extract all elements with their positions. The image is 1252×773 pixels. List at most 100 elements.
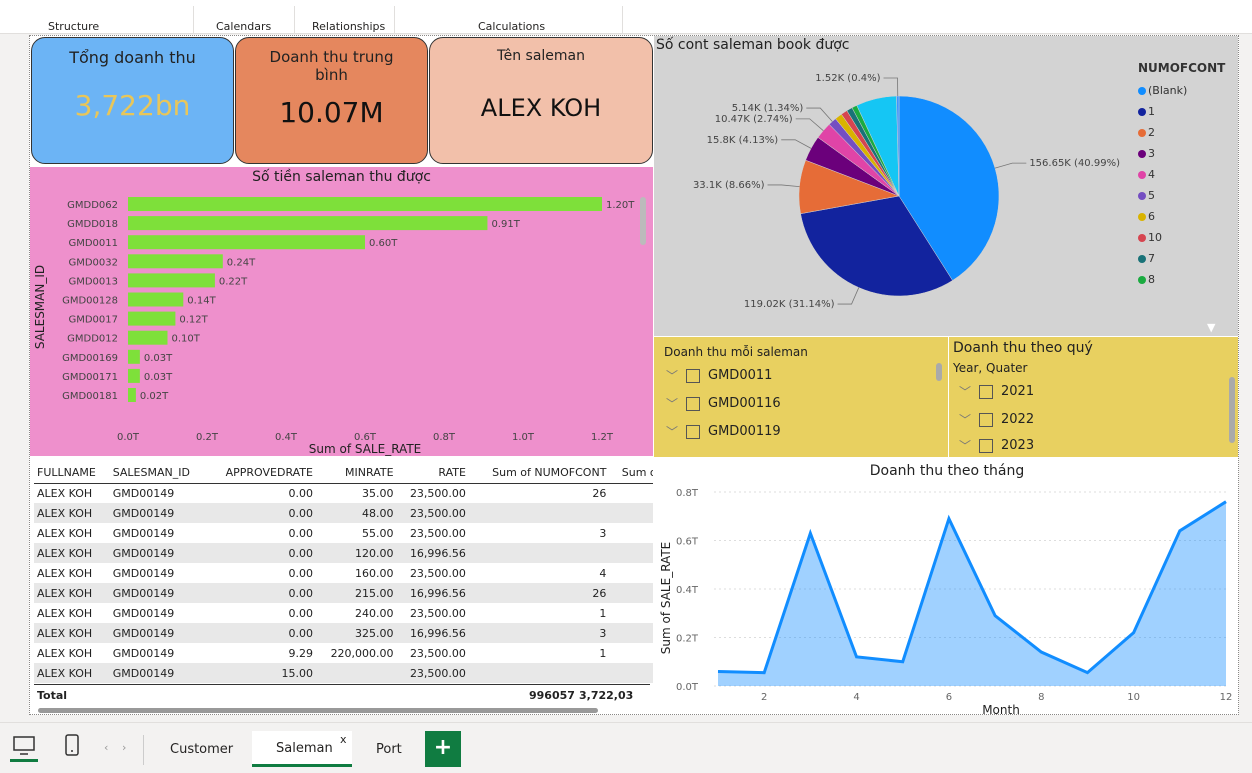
slicer-quarter[interactable]: Doanh thu theo quý Year, Quater ﹀ 2021 ﹀ 2… [949,337,1238,457]
bar[interactable] [128,349,140,364]
table-row[interactable]: ALEX KOH GMD00149 9.29 220,000.00 23,500.00 1 [34,643,653,663]
chevron-down-icon[interactable]: ﹀ [959,411,971,428]
legend-item[interactable]: 8 [1138,269,1187,290]
slicer-item[interactable]: ﹀ 2021 [959,383,1034,400]
legend-item[interactable]: 1 [1138,101,1187,122]
legend-item[interactable]: 5 [1138,185,1187,206]
bar[interactable] [128,311,176,326]
close-icon[interactable]: x [340,733,347,746]
table-scrollbar[interactable] [38,708,598,713]
ribbon-group-relationships[interactable]: Relationships [312,20,385,33]
ribbon-group-structure[interactable]: Structure [48,20,99,33]
bar[interactable] [128,368,140,383]
pie-chart-panel[interactable]: Số cont saleman book được 156.65K (40.99… [654,36,1238,336]
tab-port[interactable]: Port [376,733,402,767]
kpi-card-average-revenue[interactable]: Doanh thu trung bình 10.07M [235,37,428,164]
column-header[interactable]: RATE [397,463,469,483]
checkbox[interactable] [979,438,994,453]
bar-chart-panel[interactable]: Số tiền saleman thu được GMDD062 1.20T GMD… [30,167,653,456]
column-header[interactable]: FULLNAME [34,463,110,483]
slicer-item[interactable]: ﹀ GMD00119 [666,423,781,440]
kpi-card-value: 10.07M [279,96,384,129]
table-cell: 23,500.00 [409,566,466,580]
x-axis-title: Sum of SALE_RATE [309,442,421,456]
checkbox[interactable] [979,412,994,427]
column-header[interactable]: Sum of S [609,463,653,483]
legend-item[interactable]: 7 [1138,248,1187,269]
column-header[interactable]: APPROVEDRATE [207,463,316,483]
line-chart-panel[interactable]: Doanh thu theo tháng 0.0T 0.2T 0.4T 0.6T 0.8… [654,458,1238,714]
tab-saleman-active[interactable]: Saleman x [252,731,352,767]
table-row[interactable]: ALEX KOH GMD00149 0.00 35.00 23,500.00 26 [34,483,653,503]
x-tick-label: 10 [1127,692,1140,703]
legend-item[interactable]: (Blank) [1138,80,1187,101]
legend-item[interactable]: 6 [1138,206,1187,227]
table-row[interactable]: ALEX KOH GMD00149 0.00 240.00 23,500.00 1 [34,603,653,623]
kpi-card-saleman-name[interactable]: Tên saleman ALEX KOH [429,37,653,164]
checkbox[interactable] [686,368,701,383]
legend-item[interactable]: 3 [1138,143,1187,164]
table-row[interactable]: ALEX KOH GMD00149 15.00 23,500.00 [34,663,653,683]
slicer-item[interactable]: ﹀ GMD00116 [666,395,781,412]
kpi-card-title: Tổng doanh thu [69,48,196,67]
slicer-saleman[interactable]: Doanh thu mỗi saleman ﹀ GMD0011 ﹀ GMD00116… [654,337,948,457]
legend-item[interactable]: 10 [1138,227,1187,248]
pie-leader-line [837,287,860,305]
table-row[interactable]: ALEX KOH GMD00149 0.00 215.00 16,996.56 26 [34,583,653,603]
table-cell: GMD00149 [112,606,175,620]
table-row[interactable]: ALEX KOH GMD00149 0.00 55.00 23,500.00 3 [34,523,653,543]
checkbox[interactable] [979,384,994,399]
bar[interactable] [128,197,602,211]
table-cell: 0.00 [288,526,313,540]
bar[interactable] [128,292,184,307]
details-table[interactable]: FULLNAME SALESMAN_ID APPROVEDRATE MINRAT… [30,457,653,714]
table-row[interactable]: ALEX KOH GMD00149 0.00 160.00 23,500.00 4 [34,563,653,583]
bar[interactable] [128,216,488,231]
slicer-item[interactable]: ﹀ 2022 [959,411,1034,428]
bar[interactable] [128,254,223,269]
desktop-view-icon[interactable] [12,735,36,757]
kpi-card-value: 3,722bn [74,89,191,122]
legend-item[interactable]: 4 [1138,164,1187,185]
table-cell: 23,500.00 [409,486,466,500]
table-cell: 0.00 [288,566,313,580]
chevron-right-icon[interactable]: › [122,741,126,754]
checkbox[interactable] [686,396,701,411]
kpi-card-value: ALEX KOH [480,94,602,122]
chevron-left-icon[interactable]: ‹ [104,741,108,754]
chevron-down-icon[interactable]: ﹀ [666,423,678,440]
slicer-item[interactable]: ﹀ GMD0011 [666,367,772,384]
mobile-view-icon[interactable] [64,733,80,757]
checkbox[interactable] [686,424,701,439]
bar[interactable] [128,273,215,288]
table-row[interactable]: ALEX KOH GMD00149 0.00 48.00 23,500.00 [34,503,653,523]
legend-item[interactable]: 2 [1138,122,1187,143]
ribbon-group-calendars[interactable]: Calendars [216,20,271,33]
add-page-button[interactable]: + [425,731,461,767]
tab-customer[interactable]: Customer [170,733,233,767]
chevron-down-icon[interactable]: ﹀ [959,383,971,400]
x-tick-label: 4 [853,692,859,703]
table-row[interactable]: ALEX KOH GMD00149 0.00 120.00 16,996.56 [34,543,653,563]
column-header[interactable]: Sum of NUMOFCONT [469,463,610,483]
column-header[interactable]: MINRATE [316,463,397,483]
slicer-scrollbar[interactable] [936,363,942,381]
bar-chart-scrollbar[interactable] [640,197,646,245]
bar[interactable] [128,235,365,250]
y-tick-label: 0.0T [676,682,699,693]
tab-separator [143,735,144,765]
bar[interactable] [128,330,168,345]
ribbon-group-calculations[interactable]: Calculations [478,20,545,33]
chevron-down-icon[interactable]: ﹀ [666,395,678,412]
table-cell: 1 [599,606,607,620]
kpi-card-total-revenue[interactable]: Tổng doanh thu 3,722bn [31,37,234,164]
table-row[interactable]: ALEX KOH GMD00149 0.00 325.00 16,996.56 3 [34,623,653,643]
bar-value-label: 1.20T [606,200,635,211]
bar[interactable] [128,388,136,402]
column-header[interactable]: SALESMAN_ID [110,463,207,483]
slicer-scrollbar[interactable] [1229,377,1235,443]
chevron-down-icon[interactable]: ﹀ [959,437,971,454]
legend-scroll-down-icon[interactable]: ▼ [1207,321,1215,334]
chevron-down-icon[interactable]: ﹀ [666,367,678,384]
slicer-item[interactable]: ﹀ 2023 [959,437,1034,454]
